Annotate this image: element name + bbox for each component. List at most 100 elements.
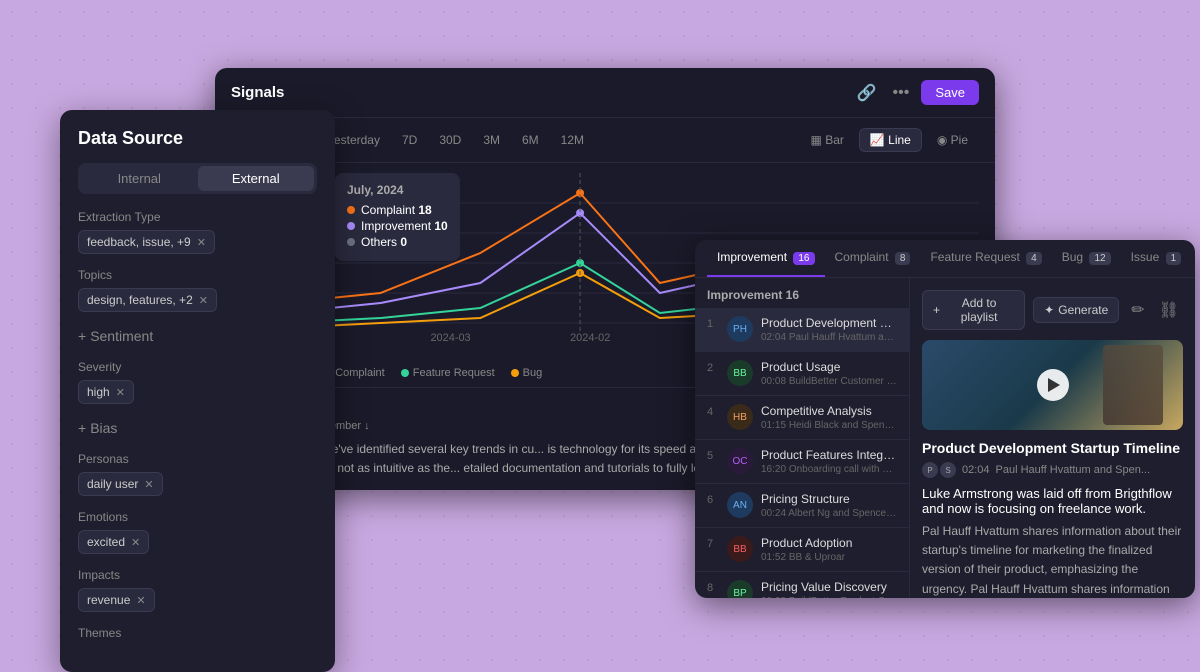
video-thumbnail[interactable] bbox=[922, 340, 1183, 430]
item-avatar: HB bbox=[727, 404, 753, 430]
remove-personas-tag[interactable]: ✕ bbox=[144, 478, 153, 491]
item-meta: 16:20 Onboarding call with Cl... bbox=[761, 464, 897, 475]
share-icon[interactable]: ⛓ bbox=[1155, 298, 1183, 322]
impacts-tags: revenue ✕ bbox=[78, 588, 317, 612]
item-avatar: BB bbox=[727, 360, 753, 386]
detail-column: + Add to playlist ✦ Generate ✏ ⛓ Produ bbox=[910, 278, 1195, 598]
topics-tag[interactable]: design, features, +2 ✕ bbox=[78, 288, 217, 312]
list-item[interactable]: 1 PH Product Development St... 02:04 Pau… bbox=[695, 308, 909, 352]
chart-type-group: ▦ Bar 📈 Line ◉ Pie bbox=[800, 128, 979, 152]
video-figure bbox=[1103, 345, 1163, 425]
item-title: Product Usage bbox=[761, 360, 897, 374]
list-item[interactable]: 7 BB Product Adoption 01:52 BB & Uproar bbox=[695, 528, 909, 572]
item-avatar: PH bbox=[727, 316, 753, 342]
tab-issue-badge: 1 bbox=[1166, 252, 1182, 265]
item-num: 8 bbox=[707, 582, 719, 594]
bias-section: + Bias bbox=[78, 418, 317, 438]
themes-section: Themes bbox=[78, 626, 317, 640]
data-source-toggle: Internal External bbox=[78, 163, 317, 194]
list-item[interactable]: 5 OC Product Features Integrat... 16:20 … bbox=[695, 440, 909, 484]
tabs-bar: Improvement 16 Complaint 8 Feature Reque… bbox=[695, 240, 1195, 278]
item-content: Product Adoption 01:52 BB & Uproar bbox=[761, 536, 897, 563]
right-panel: Improvement 16 Complaint 8 Feature Reque… bbox=[695, 240, 1195, 598]
chart-bar[interactable]: ▦ Bar bbox=[800, 128, 855, 152]
list-item[interactable]: 8 BP Pricing Value Discovery 00:08 Build… bbox=[695, 572, 909, 598]
extraction-tag[interactable]: feedback, issue, +9 ✕ bbox=[78, 230, 215, 254]
item-avatar: BB bbox=[727, 536, 753, 562]
remove-emotions-tag[interactable]: ✕ bbox=[131, 536, 140, 549]
tab-bug[interactable]: Bug 12 bbox=[1052, 240, 1121, 277]
toggle-external[interactable]: External bbox=[198, 166, 315, 191]
time-12m[interactable]: 12M bbox=[551, 129, 594, 151]
header-actions: 🔗 ••• Save bbox=[853, 80, 979, 105]
remove-topics-tag[interactable]: ✕ bbox=[199, 294, 208, 307]
item-content: Competitive Analysis 01:15 Heidi Black a… bbox=[761, 404, 897, 431]
item-content: Product Features Integrat... 16:20 Onboa… bbox=[761, 448, 897, 475]
item-num: 5 bbox=[707, 450, 719, 462]
chart-line[interactable]: 📈 Line bbox=[859, 128, 922, 152]
add-to-playlist-btn[interactable]: + Add to playlist bbox=[922, 290, 1025, 330]
avatar-2: S bbox=[940, 462, 956, 478]
emotions-section: Emotions excited ✕ bbox=[78, 510, 317, 554]
tab-issue[interactable]: Issue 1 bbox=[1121, 240, 1192, 277]
edit-icons: ✏ ⛓ bbox=[1127, 298, 1183, 322]
severity-tag[interactable]: high ✕ bbox=[78, 380, 134, 404]
tab-feature-badge: 4 bbox=[1026, 252, 1042, 265]
generate-btn[interactable]: ✦ Generate bbox=[1033, 297, 1119, 323]
item-num: 6 bbox=[707, 494, 719, 506]
item-meta: 01:15 Heidi Black and Spence... bbox=[761, 420, 897, 431]
tab-feature-request[interactable]: Feature Request 4 bbox=[920, 240, 1051, 277]
item-title: Product Features Integrat... bbox=[761, 448, 897, 462]
toggle-internal[interactable]: Internal bbox=[81, 166, 198, 191]
tab-complaint-badge: 8 bbox=[895, 252, 911, 265]
item-title: Product Adoption bbox=[761, 536, 897, 550]
list-item[interactable]: 2 BB Product Usage 00:08 BuildBetter Cus… bbox=[695, 352, 909, 396]
personas-tag[interactable]: daily user ✕ bbox=[78, 472, 163, 496]
legend-bug: Bug bbox=[511, 367, 543, 379]
time-6m[interactable]: 6M bbox=[512, 129, 549, 151]
item-meta: 00:24 Albert Ng and Spencer... bbox=[761, 508, 897, 519]
save-button[interactable]: Save bbox=[921, 80, 979, 105]
play-button[interactable] bbox=[1037, 369, 1069, 401]
item-meta: 00:08 BuildBetter Customer F... bbox=[761, 376, 897, 387]
personas-label: Personas bbox=[78, 452, 317, 466]
svg-text:2024-02: 2024-02 bbox=[570, 332, 610, 343]
emotions-tag[interactable]: excited ✕ bbox=[78, 530, 149, 554]
personas-section: Personas daily user ✕ bbox=[78, 452, 317, 496]
tab-inquiry[interactable]: Inquiry 6 bbox=[1191, 240, 1195, 277]
chart-pie[interactable]: ◉ Pie bbox=[926, 128, 979, 152]
tab-complaint[interactable]: Complaint 8 bbox=[825, 240, 921, 277]
extraction-type-tags: feedback, issue, +9 ✕ bbox=[78, 230, 317, 254]
link-icon[interactable]: 🔗 bbox=[853, 81, 881, 105]
legend-complaint-label: Complaint bbox=[335, 367, 385, 379]
time-3m[interactable]: 3M bbox=[473, 129, 510, 151]
severity-section: Severity high ✕ bbox=[78, 360, 317, 404]
impacts-tag[interactable]: revenue ✕ bbox=[78, 588, 155, 612]
add-sentiment[interactable]: + Sentiment bbox=[78, 326, 317, 346]
svg-text:2024-03: 2024-03 bbox=[430, 332, 470, 343]
item-meta: 01:52 BB & Uproar bbox=[761, 552, 897, 563]
item-title: Product Development St... bbox=[761, 316, 897, 330]
list-item[interactable]: 6 AN Pricing Structure 00:24 Albert Ng a… bbox=[695, 484, 909, 528]
tooltip-others: Others 0 bbox=[347, 235, 448, 249]
add-bias[interactable]: + Bias bbox=[78, 418, 317, 438]
edit-icon[interactable]: ✏ bbox=[1127, 298, 1148, 322]
item-avatar: AN bbox=[727, 492, 753, 518]
tab-improvement[interactable]: Improvement 16 bbox=[707, 240, 825, 277]
list-item[interactable]: 4 HB Competitive Analysis 01:15 Heidi Bl… bbox=[695, 396, 909, 440]
more-icon[interactable]: ••• bbox=[889, 82, 914, 104]
remove-impacts-tag[interactable]: ✕ bbox=[136, 594, 145, 607]
remove-severity-tag[interactable]: ✕ bbox=[116, 386, 125, 399]
tooltip-date: July, 2024 bbox=[347, 183, 448, 197]
avatar-1: P bbox=[922, 462, 938, 478]
detail-title: Product Development Startup Timeline bbox=[922, 440, 1183, 456]
time-7d[interactable]: 7D bbox=[392, 129, 427, 151]
impacts-section: Impacts revenue ✕ bbox=[78, 568, 317, 612]
detail-avatars: P S bbox=[922, 462, 956, 478]
left-panel: Data Source Internal External Extraction… bbox=[60, 110, 335, 672]
time-30d[interactable]: 30D bbox=[429, 129, 471, 151]
remove-extraction-tag[interactable]: ✕ bbox=[197, 236, 206, 249]
panel-title: Data Source bbox=[78, 128, 317, 149]
tooltip-improvement-label: Improvement 10 bbox=[361, 219, 448, 233]
detail-meta: P S 02:04 Paul Hauff Hvattum and Spen... bbox=[922, 462, 1183, 478]
